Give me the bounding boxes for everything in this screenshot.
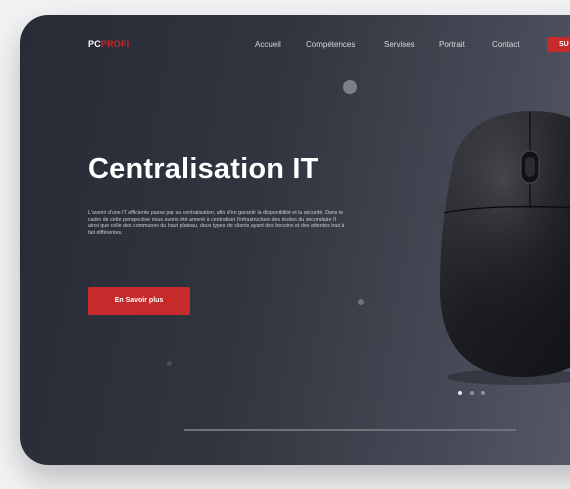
hero-title: Centralisation IT: [88, 153, 319, 185]
logo[interactable]: PCPROFI: [88, 39, 129, 49]
slider-dot-2[interactable]: [470, 391, 474, 395]
learn-more-button[interactable]: En Savoir plus: [88, 287, 190, 315]
decorative-dot: [358, 299, 364, 305]
nav-item-contact[interactable]: Contact: [492, 40, 520, 49]
hero-description: L'avenir d'une IT efficiente passe par s…: [88, 210, 345, 236]
scroll-progress-line: [184, 429, 516, 431]
nav-item-accueil[interactable]: Accueil: [255, 40, 281, 49]
page: PCPROFI Accueil Compétences Servises Por…: [0, 0, 570, 489]
logo-profi: PROFI: [100, 39, 130, 49]
slider-dot-3[interactable]: [481, 391, 485, 395]
hero-section: PCPROFI Accueil Compétences Servises Por…: [20, 15, 570, 465]
nav-item-servises[interactable]: Servises: [384, 40, 415, 49]
slider-dot-1[interactable]: [458, 391, 462, 395]
decorative-dot: [167, 361, 172, 366]
decorative-dot: [343, 80, 357, 94]
computer-mouse-icon: [440, 111, 570, 385]
logo-pc: PC: [88, 39, 101, 49]
nav-cta-button[interactable]: SU: [547, 37, 570, 52]
nav-item-competences[interactable]: Compétences: [306, 40, 355, 49]
nav-item-portrait[interactable]: Portrait: [439, 40, 465, 49]
